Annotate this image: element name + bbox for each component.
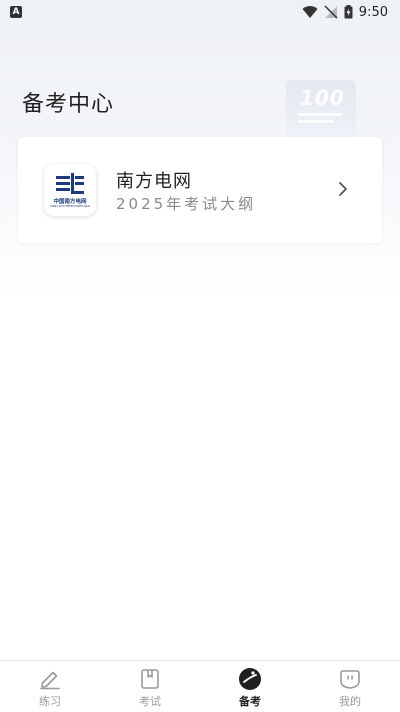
csg-logo-icon <box>56 172 84 194</box>
pencil-icon <box>40 671 60 690</box>
status-bar: A 9:50 <box>0 0 400 24</box>
battery-charging-icon <box>344 5 353 19</box>
hundred-score-decoration: 100 <box>286 80 356 138</box>
logo-text-cn: 中国南方电网 <box>53 198 87 205</box>
clock: 9:50 <box>358 4 388 20</box>
tab-mine[interactable]: 我的 <box>300 661 400 712</box>
chevron-right-icon <box>339 182 347 196</box>
page-title: 备考中心 <box>22 92 115 117</box>
tab-exam[interactable]: 考试 <box>100 661 200 712</box>
card-title: 南方电网 <box>116 171 192 192</box>
bottom-tab-bar: 练习 考试 备考 我的 <box>0 660 400 712</box>
logo-text-en: CHINA SOUTHERN POWER GRID <box>50 204 90 208</box>
decoration-badge-text: 100 <box>300 86 345 110</box>
app-notification-icon: A <box>10 6 22 18</box>
face-icon <box>340 670 360 689</box>
csg-logo: 中国南方电网 CHINA SOUTHERN POWER GRID <box>44 164 96 216</box>
card-subtitle: 2025年考试大纲 <box>116 195 257 213</box>
tab-practice-label: 练习 <box>39 695 61 708</box>
tab-practice[interactable]: 练习 <box>0 661 100 712</box>
wifi-icon <box>302 6 318 19</box>
exam-outline-card[interactable]: 中国南方电网 CHINA SOUTHERN POWER GRID 南方电网 20… <box>18 137 382 243</box>
planet-icon <box>239 668 261 690</box>
signal-off-icon <box>324 5 338 19</box>
tab-prepare[interactable]: 备考 <box>200 661 300 712</box>
tab-prepare-label: 备考 <box>239 695 261 708</box>
book-icon <box>141 669 159 689</box>
tab-mine-label: 我的 <box>339 695 361 708</box>
tab-exam-label: 考试 <box>139 695 161 708</box>
